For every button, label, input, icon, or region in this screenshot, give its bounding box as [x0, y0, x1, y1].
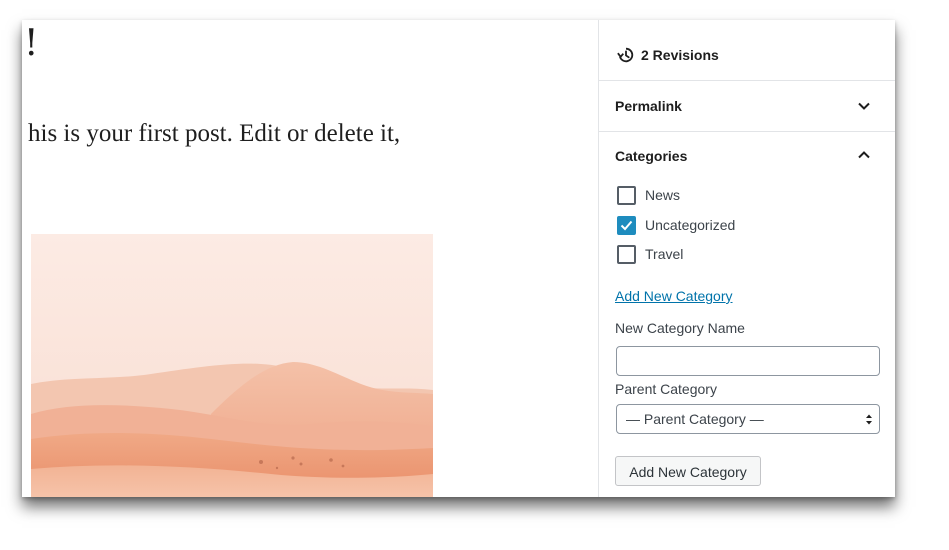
travel-checkbox[interactable]	[617, 245, 636, 264]
screenshot-frame: ! his is your first post. Edit or delete…	[22, 20, 895, 497]
add-new-category-link[interactable]: Add New Category	[615, 288, 733, 304]
post-title-fragment[interactable]: !	[24, 24, 38, 64]
category-label: Travel	[645, 246, 684, 262]
parent-category-selected: — Parent Category —	[626, 411, 764, 427]
parent-category-select[interactable]: — Parent Category —	[616, 404, 880, 434]
select-arrows-icon	[866, 414, 872, 425]
category-label: Uncategorized	[645, 216, 736, 233]
revisions-row[interactable]: 2 Revisions	[599, 20, 895, 81]
chevron-down-icon	[858, 102, 870, 110]
permalink-title: Permalink	[615, 98, 682, 114]
document-sidebar: 2 Revisions Permalink Categories News Un…	[598, 20, 895, 497]
desert-image[interactable]	[31, 234, 433, 497]
revisions-label: 2 Revisions	[641, 47, 719, 63]
uncategorized-checkbox[interactable]	[617, 215, 636, 235]
parent-category-label: Parent Category	[615, 381, 717, 397]
new-category-name-input[interactable]	[616, 346, 880, 376]
permalink-panel-toggle[interactable]: Permalink	[599, 81, 895, 132]
category-label: News	[645, 187, 681, 203]
post-paragraph[interactable]: his is your first post. Edit or delete i…	[28, 120, 400, 148]
categories-title: Categories	[615, 148, 688, 164]
add-new-category-button[interactable]: Add New Category	[615, 456, 761, 486]
checkmark-icon	[620, 220, 633, 230]
add-new-category-button-label: Add New Category	[629, 464, 747, 480]
post-editor: ! his is your first post. Edit or delete…	[22, 20, 597, 497]
new-category-name-label: New Category Name	[615, 320, 745, 336]
history-icon	[617, 47, 634, 63]
chevron-up-icon[interactable]	[856, 147, 872, 163]
news-checkbox[interactable]	[617, 186, 636, 205]
